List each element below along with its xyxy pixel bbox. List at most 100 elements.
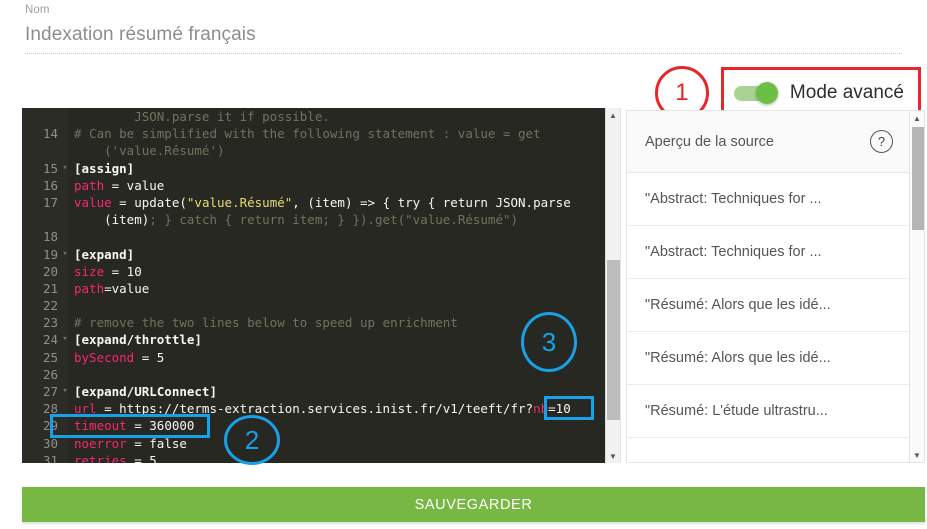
code-line[interactable]: 26 — [22, 366, 620, 383]
code-token: =10 — [548, 401, 571, 417]
code-token: timeout — [74, 418, 127, 434]
code-line-number: 31 — [42, 452, 58, 463]
code-token: [expand/URLConnect] — [74, 384, 217, 399]
code-line[interactable]: 17 value = update("value.Résumé", (item) … — [22, 194, 620, 211]
code-line[interactable]: 31 retries = 5 — [22, 452, 620, 463]
code-token: = 5 — [126, 452, 157, 463]
help-icon[interactable]: ? — [870, 130, 893, 153]
code-line-number: 27 — [42, 384, 58, 399]
preview-list-item[interactable]: "Abstract: Techniques for ... — [627, 173, 909, 226]
code-line[interactable]: 29 timeout = 360000 — [22, 417, 620, 434]
code-line[interactable]: 19 ▾ [expand] — [22, 246, 620, 263]
code-line-number: 24 — [42, 332, 58, 348]
code-token: path — [74, 280, 105, 296]
preview-list-item[interactable]: "Abstract: Techniques for ... — [627, 226, 909, 279]
preview-scroll-up-arrow-icon[interactable]: ▲ — [910, 111, 924, 125]
editor-code-area[interactable]: JSON.parse it if possible. 14 # Can be sim… — [22, 108, 620, 463]
code-line[interactable]: 21 path=value — [22, 280, 620, 297]
code-token: noerror — [74, 435, 127, 451]
code-line-text: [expand/URLConnect] — [70, 383, 620, 400]
code-line-number: 14 — [42, 126, 58, 142]
code-token: JSON.parse it if possible. — [74, 109, 330, 124]
code-line[interactable]: JSON.parse it if possible. — [22, 108, 620, 125]
code-token: [assign] — [74, 160, 135, 176]
preview-vertical-scrollbar[interactable]: ▲ ▼ — [909, 110, 925, 463]
code-line-number: 20 — [42, 263, 58, 279]
editor-scrollbar-thumb[interactable] — [607, 260, 620, 420]
code-line-text: retries = 5 — [70, 452, 620, 463]
code-token: = update( — [111, 194, 187, 210]
advanced-mode-toggle[interactable] — [733, 82, 778, 104]
code-token: = 360000 — [126, 418, 195, 434]
code-line-number: 30 — [42, 435, 58, 451]
code-line[interactable]: 20 size = 10 — [22, 263, 620, 280]
code-fold-toggle-icon[interactable]: ▾ — [60, 383, 70, 400]
code-line-text: (item); } catch { return item; } }).get(… — [70, 211, 620, 228]
code-line-number: 18 — [42, 229, 58, 245]
code-editor[interactable]: JSON.parse it if possible. 14 # Can be sim… — [22, 108, 620, 463]
code-token: =value — [104, 280, 150, 296]
code-line-text: noerror = false — [70, 435, 620, 452]
code-fold-toggle-icon[interactable]: ▾ — [60, 246, 70, 263]
scroll-up-arrow-icon[interactable]: ▲ — [606, 108, 620, 122]
preview-list-item[interactable] — [627, 438, 909, 462]
code-token: nb — [533, 401, 549, 417]
code-line[interactable]: 28 url = https://terms-extraction.service… — [22, 400, 620, 417]
code-token: = 10 — [104, 263, 142, 279]
name-field-label: Nom — [25, 4, 50, 16]
source-preview-header: Aperçu de la source ? — [627, 111, 909, 173]
editor-vertical-scrollbar[interactable]: ▲ ▼ — [605, 108, 620, 463]
name-input[interactable]: Indexation résumé français — [25, 18, 902, 50]
code-token: url — [74, 401, 97, 417]
annotation-circle-3: 3 — [521, 312, 577, 372]
code-token: = value — [104, 177, 165, 193]
code-token: [expand] — [74, 246, 135, 262]
code-line-text: url = https://terms-extraction.services.… — [70, 400, 620, 417]
scroll-down-arrow-icon[interactable]: ▼ — [606, 449, 620, 463]
code-token: = https://terms-extraction.services.inis… — [96, 401, 534, 417]
code-line-number: 26 — [42, 366, 58, 382]
code-line[interactable]: (item); } catch { return item; } }).get(… — [22, 211, 620, 228]
code-line[interactable]: ('value.Résumé') — [22, 142, 620, 159]
annotation-circle-2: 2 — [224, 415, 280, 465]
code-line-text: value = update("value.Résumé", (item) =>… — [70, 194, 620, 211]
code-line-number: 25 — [42, 349, 58, 365]
code-line[interactable]: 16 path = value — [22, 177, 620, 194]
code-line-number: 22 — [42, 298, 58, 314]
toggle-knob — [755, 82, 778, 104]
code-line-text: ('value.Résumé') — [70, 142, 620, 159]
code-line[interactable]: 18 — [22, 228, 620, 245]
code-token: [expand/throttle] — [74, 332, 202, 348]
code-line-text: [expand] — [70, 246, 620, 263]
code-token: # remove the two lines below to speed up… — [74, 315, 458, 331]
preview-scrollbar-thumb[interactable] — [912, 127, 924, 230]
code-line[interactable]: 14 # Can be simplified with the following… — [22, 125, 620, 142]
save-button[interactable]: SAUVEGARDER — [22, 487, 925, 522]
preview-list-item[interactable]: "Résumé: L'étude ultrastru... — [627, 385, 909, 438]
code-token: bySecond — [74, 349, 135, 365]
code-line[interactable]: 27 ▾ [expand/URLConnect] — [22, 383, 620, 400]
code-token: size — [74, 263, 105, 279]
code-token: path — [74, 177, 105, 193]
code-line-number: 29 — [42, 418, 58, 434]
advanced-mode-label: Mode avancé — [789, 82, 904, 103]
code-fold-toggle-icon[interactable]: ▾ — [60, 160, 70, 177]
code-line-text: JSON.parse it if possible. — [70, 108, 620, 125]
code-line-text: timeout = 360000 — [70, 417, 620, 434]
code-line[interactable]: 22 — [22, 297, 620, 314]
code-line-number: 15 — [42, 160, 58, 176]
code-line-text: # Can be simplified with the following s… — [70, 125, 620, 142]
editor-right-border — [620, 108, 621, 463]
preview-list-item[interactable]: "Résumé: Alors que les idé... — [627, 279, 909, 332]
name-field[interactable]: Nom Indexation résumé français — [25, 2, 902, 54]
code-line[interactable]: 15 ▾ [assign] — [22, 160, 620, 177]
code-line-text: [assign] — [70, 160, 620, 177]
code-line-number: 23 — [42, 315, 58, 331]
code-fold-toggle-icon[interactable]: ▾ — [60, 331, 70, 348]
code-line-text: size = 10 — [70, 263, 620, 280]
preview-list-item[interactable]: "Résumé: Alors que les idé... — [627, 332, 909, 385]
code-token: value — [74, 194, 112, 210]
preview-scroll-down-arrow-icon[interactable]: ▼ — [910, 448, 924, 462]
code-line[interactable]: 30 noerror = false — [22, 435, 620, 452]
code-token: "value.Résumé" — [186, 194, 293, 210]
